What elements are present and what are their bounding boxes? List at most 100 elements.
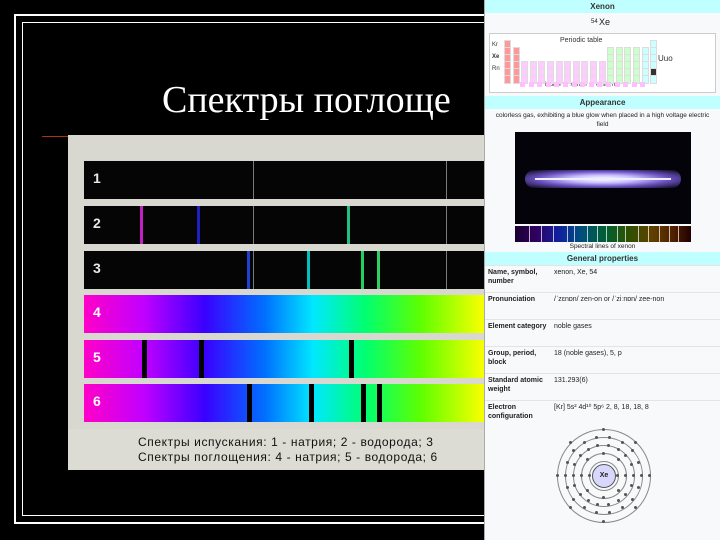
pt-cell: [563, 82, 568, 87]
electron-shell-diagram[interactable]: Xe: [485, 427, 720, 523]
property-key: Pronunciation: [488, 296, 536, 303]
electron: [568, 506, 572, 510]
spectrum-strip: 1: [84, 161, 486, 199]
absorption-line: [309, 384, 315, 422]
pt-label-uuo: Uuo: [658, 54, 673, 63]
element-symbol: 54 Xe: [485, 13, 720, 33]
pt-cell: [571, 82, 577, 87]
emission-line: [361, 251, 365, 289]
absorption-line: [349, 340, 355, 378]
property-value: [Kr] 5s² 4d¹⁰ 5p⁶ 2, 8, 18, 18, 8: [554, 404, 649, 411]
appearance-header: Appearance: [485, 96, 720, 109]
spectral-line: [669, 226, 671, 242]
property-row: Name, symbol, number xenon, Xe, 54: [485, 265, 720, 292]
spectrum-strip: 5: [84, 340, 486, 378]
spectral-line: [637, 226, 639, 242]
pt-cell: [545, 82, 551, 87]
pt-cell: [528, 82, 534, 87]
spectra-image: 1 2 3 4 5 6 Спектры испускания: 1 - натрия; 2…: [68, 135, 486, 470]
spectrum-strip: 3: [84, 251, 486, 289]
electron: [555, 473, 559, 477]
electron: [601, 519, 605, 523]
emission-line: [347, 206, 351, 244]
spectrum-strip: 2: [84, 206, 486, 244]
nucleus: Xe: [592, 464, 616, 488]
spectral-line: [553, 226, 555, 242]
grid-line: [252, 251, 254, 289]
pt-cell: [606, 82, 611, 87]
property-value: noble gases: [554, 323, 592, 330]
emission-line: [377, 251, 381, 289]
spectral-line: [658, 226, 660, 242]
strip-number: 4: [93, 304, 101, 320]
pt-cell: [580, 82, 586, 87]
emission-line: [307, 251, 311, 289]
pt-cell: [631, 82, 637, 87]
strip-number: 5: [93, 349, 101, 365]
property-key: Element category: [488, 323, 547, 330]
slide: Спектры поглоще 1 2 3 4 5 6 Спектры испускани…: [0, 0, 720, 540]
pt-cell: [640, 82, 646, 87]
xenon-glow-photo[interactable]: [514, 132, 691, 224]
grid-line: [252, 206, 254, 244]
pt-cell: [504, 75, 511, 84]
general-properties-header: General properties: [485, 252, 720, 265]
pt-cell: [597, 82, 603, 87]
infobox-title: Xenon: [485, 0, 720, 13]
spectrum-strip: 4: [84, 295, 486, 333]
emission-line: [246, 251, 250, 289]
pt-cell: [650, 75, 658, 84]
symbol: Xe: [599, 17, 611, 27]
pt-cell: [614, 82, 620, 87]
strip-number: 2: [93, 215, 101, 231]
property-row: Standard atomic weight 131.293(6): [485, 373, 720, 400]
pt-cell: [623, 82, 629, 87]
property-value: 131.293(6): [554, 377, 588, 384]
pt-label-xe: Xe: [492, 54, 500, 60]
pt-cell: [588, 82, 594, 87]
spectral-line: [678, 226, 680, 242]
property-row: Electron configuration [Kr] 5s² 4d¹⁰ 5p⁶ …: [485, 400, 720, 427]
spectral-line: [606, 226, 608, 242]
strip-number: 3: [93, 260, 101, 276]
strip-number: 6: [93, 393, 101, 409]
photo-caption: Spectral lines of xenon: [569, 243, 636, 250]
discharge-line: [534, 178, 671, 180]
slide-title: Спектры поглоще: [162, 79, 451, 121]
emission-line: [140, 206, 144, 244]
periodic-table-thumbnail[interactable]: Periodic table Kr Xe Rn Uuo iodine ← xen…: [489, 33, 716, 93]
absorption-line: [142, 340, 148, 378]
grid-line: [445, 251, 447, 289]
spectral-line: [528, 226, 530, 242]
legend-emission: Спектры испускания: 1 - натрия; 2 - водо…: [138, 435, 434, 449]
absorption-line: [246, 384, 252, 422]
electron: [601, 427, 605, 431]
xenon-spectral-lines: [514, 226, 691, 242]
grid-line: [445, 206, 447, 244]
xenon-infobox: Xenon 54 Xe Periodic table Kr Xe Rn Uuo …: [484, 0, 720, 540]
spectral-line: [616, 226, 618, 242]
property-value: 18 (noble gases), 5, p: [554, 350, 622, 357]
pt-label-kr: Kr: [492, 42, 498, 48]
spectra-legend: Спектры испускания: 1 - натрия; 2 - водо…: [68, 429, 486, 470]
pt-title: Periodic table: [560, 37, 603, 44]
absorption-line: [361, 384, 367, 422]
pt-cell: [554, 82, 560, 87]
property-value: /ˈzɛnɒn/ zen-on or /ˈziːnɒn/ zee-non: [554, 296, 665, 303]
spectral-line: [540, 226, 542, 242]
pt-cell: [520, 82, 525, 87]
grid-line: [445, 161, 447, 199]
spectral-line: [567, 226, 569, 242]
strip-number: 1: [93, 170, 101, 186]
pt-cell: [537, 82, 543, 87]
legend-absorption: Спектры поглощения: 4 - натрия; 5 - водо…: [138, 450, 438, 464]
absorption-line: [377, 384, 383, 422]
spectral-line: [648, 226, 650, 242]
appearance-text: colorless gas, exhibiting a blue glow wh…: [495, 112, 710, 128]
electron: [634, 440, 638, 444]
property-key: Name, symbol, number: [488, 269, 538, 285]
property-row: Element category noble gases: [485, 319, 720, 346]
property-value: xenon, Xe, 54: [554, 269, 598, 276]
property-key: Electron configuration: [488, 404, 533, 420]
spectral-line: [574, 226, 576, 242]
